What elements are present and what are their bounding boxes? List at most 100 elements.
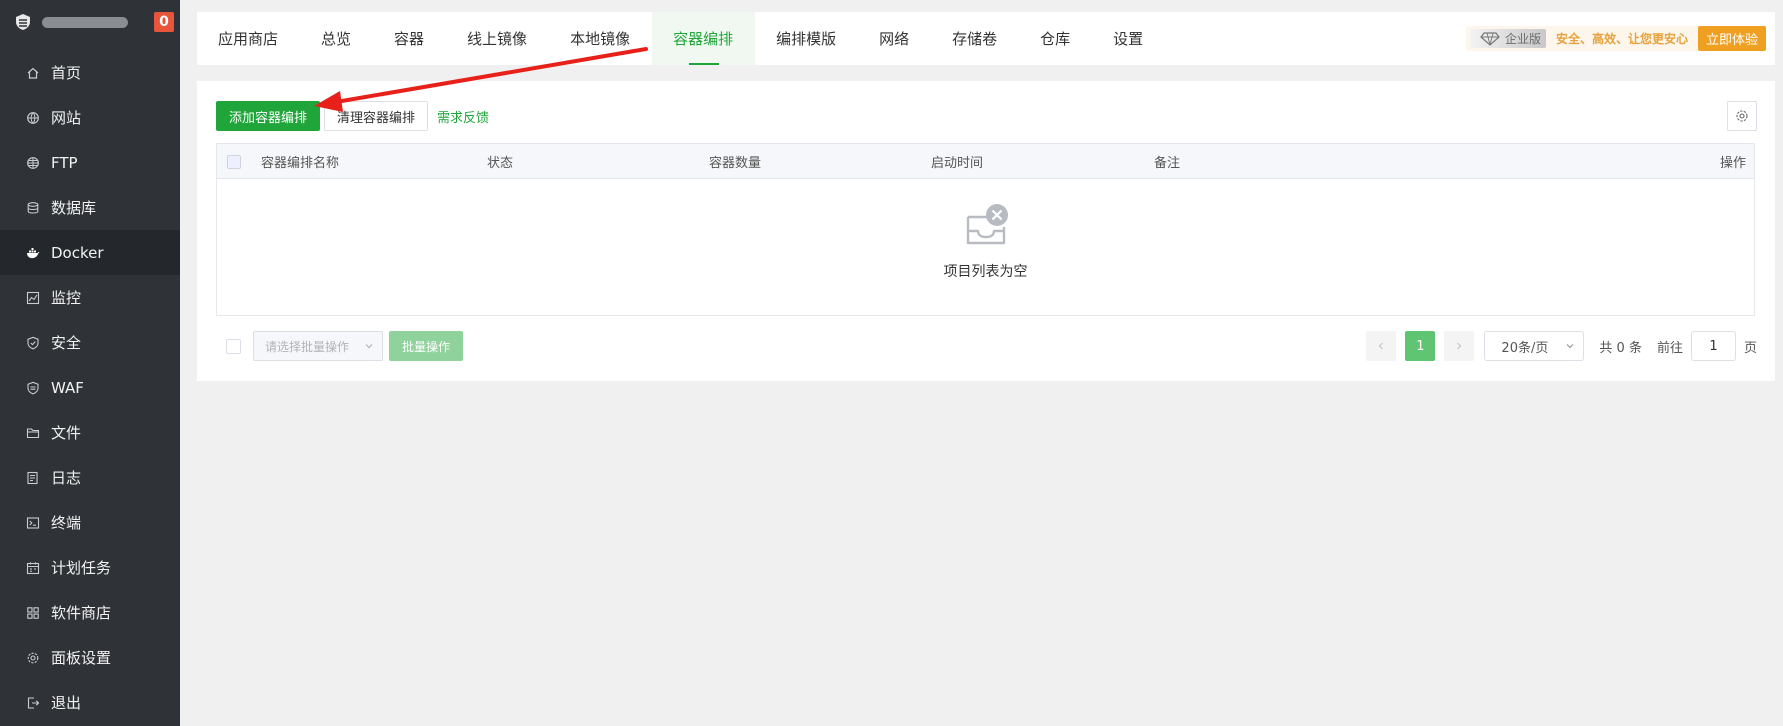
sidebar-item-label: 日志 [51, 469, 82, 487]
sidebar-header: 0 [0, 0, 180, 44]
sidebar-item-label: 退出 [51, 694, 82, 712]
sidebar-item-waf[interactable]: WAF [0, 365, 180, 410]
total-count: 共 0 条 [1599, 340, 1642, 356]
select-all-container [227, 144, 241, 179]
column-header-status[interactable]: 状态 [487, 144, 513, 179]
enterprise-badge: 企业版 [1469, 29, 1546, 48]
sidebar-item-home[interactable]: 首页 [0, 50, 180, 95]
sidebar-item-label: 首页 [51, 64, 82, 82]
tab-registry[interactable]: 仓库 [1019, 12, 1092, 65]
gear-icon [1736, 110, 1748, 122]
sidebar-item-terminal[interactable]: 终端 [0, 500, 180, 545]
globe-icon [26, 111, 40, 125]
sidebar-item-security[interactable]: 安全 [0, 320, 180, 365]
sidebar-item-docker[interactable]: Docker [0, 230, 180, 275]
tab-containers[interactable]: 容器 [373, 12, 446, 65]
jump-suffix: 页 [1743, 340, 1757, 356]
shield-icon [26, 336, 40, 350]
page-number-current[interactable]: 1 [1405, 331, 1436, 361]
log-icon [26, 471, 40, 485]
sidebar-item-logout[interactable]: 退出 [0, 680, 180, 725]
sidebar-item-ftp[interactable]: FTP [0, 140, 180, 185]
tab-compose-templates[interactable]: 编排模版 [755, 12, 858, 65]
sidebar-item-label: 终端 [51, 514, 82, 532]
jump-page-input[interactable]: 1 [1690, 331, 1736, 361]
select-all-checkbox[interactable] [227, 154, 241, 169]
page-size-select[interactable]: 20条/页 [1484, 331, 1585, 361]
compose-panel: 添加容器编排 清理容器编排 需求反馈 容器编排名称 状态 容器数量 启动时间 备… [197, 81, 1775, 381]
sidebar-item-cron[interactable]: 计划任务 [0, 545, 180, 590]
try-now-button[interactable]: 立即体验 [1697, 26, 1766, 51]
column-header-name[interactable]: 容器编排名称 [261, 144, 339, 179]
monitor-icon [26, 291, 40, 305]
chevron-down-icon [365, 344, 373, 349]
sidebar-item-label: Docker [51, 243, 104, 262]
sidebar-item-website[interactable]: 网站 [0, 95, 180, 140]
sidebar-item-label: 计划任务 [51, 559, 112, 577]
column-header-start-time[interactable]: 启动时间 [931, 144, 983, 179]
panel-logo-icon [14, 13, 32, 31]
clear-compose-button[interactable]: 清理容器编排 [324, 101, 429, 131]
tab-local-images[interactable]: 本地镜像 [549, 12, 652, 65]
sidebar-item-label: 面板设置 [51, 649, 112, 667]
sidebar-item-label: 监控 [51, 289, 82, 307]
batch-action-select[interactable]: 请选择批量操作 [253, 331, 383, 361]
gear-icon [26, 651, 40, 665]
enterprise-badge-label: 企业版 [1504, 32, 1541, 46]
home-icon [26, 66, 40, 80]
footer-select-checkbox[interactable] [226, 339, 241, 354]
sidebar-item-label: FTP [51, 153, 78, 172]
tab-network[interactable]: 网络 [858, 12, 931, 65]
sidebar-item-label: WAF [51, 378, 84, 397]
sidebar-item-panel-settings[interactable]: 面板设置 [0, 635, 180, 680]
tab-settings[interactable]: 设置 [1092, 12, 1165, 65]
column-header-remark: 备注 [1154, 156, 1181, 171]
ftp-globe-icon [26, 156, 40, 170]
batch-action-placeholder: 请选择批量操作 [265, 339, 350, 354]
calendar-icon [26, 561, 40, 575]
docker-tabs: 应用商店 总览 容器 线上镜像 本地镜像 容器编排 编排模版 网络 存储卷 仓库… [197, 12, 1775, 65]
waf-shield-icon [26, 381, 40, 395]
table-footer: 请选择批量操作 批量操作 1 20条/页 共 0 条 前往 1 页 [216, 331, 1757, 361]
page-size-value: 20条/页 [1501, 340, 1549, 356]
sidebar-item-label: 网站 [51, 109, 82, 127]
prev-page-button[interactable] [1366, 331, 1397, 361]
add-compose-button[interactable]: 添加容器编排 [216, 101, 321, 131]
notification-badge[interactable]: 0 [154, 12, 174, 32]
empty-message: 项目列表为空 [943, 264, 1028, 280]
empty-state: 项目列表为空 [217, 179, 1754, 315]
sidebar-item-files[interactable]: 文件 [0, 410, 180, 455]
table-header: 容器编排名称 状态 容器数量 启动时间 备注 操作 [217, 144, 1754, 179]
sidebar-item-label: 软件商店 [51, 604, 112, 622]
next-page-button[interactable] [1444, 331, 1475, 361]
promo-text: 安全、高效、让您更安心 [1555, 32, 1688, 46]
column-header-actions: 操作 [1719, 156, 1746, 171]
sidebar-item-store[interactable]: 软件商店 [0, 590, 180, 635]
tab-volumes[interactable]: 存储卷 [931, 12, 1019, 65]
column-header-container-count[interactable]: 容器数量 [709, 144, 761, 179]
database-icon [26, 201, 40, 215]
table-settings-button[interactable] [1727, 101, 1757, 131]
sidebar-item-monitor[interactable]: 监控 [0, 275, 180, 320]
folder-icon [26, 426, 40, 440]
tab-overview[interactable]: 总览 [300, 12, 373, 65]
sidebar: 0 首页 网站 FTP 数据库 Docker 监控 安全 WAF 文件 日志 终… [0, 0, 180, 726]
sidebar-item-logs[interactable]: 日志 [0, 455, 180, 500]
tab-app-store[interactable]: 应用商店 [197, 12, 300, 65]
terminal-icon [26, 516, 40, 530]
diamond-icon [1480, 31, 1500, 46]
empty-inbox-icon [962, 203, 1010, 251]
chevron-down-icon [1566, 344, 1574, 349]
batch-action-button[interactable]: 批量操作 [389, 331, 463, 361]
sidebar-item-label: 数据库 [51, 199, 97, 217]
jump-prefix: 前往 [1656, 340, 1683, 356]
grid-icon [26, 606, 40, 620]
tab-online-images[interactable]: 线上镜像 [446, 12, 549, 65]
sidebar-item-database[interactable]: 数据库 [0, 185, 180, 230]
feedback-link[interactable]: 需求反馈 [437, 101, 489, 131]
server-name-redacted [42, 16, 128, 28]
docker-icon [26, 246, 40, 260]
pagination: 1 20条/页 共 0 条 前往 1 页 [1366, 331, 1757, 361]
logout-icon [26, 696, 40, 710]
tab-compose[interactable]: 容器编排 [652, 12, 756, 65]
